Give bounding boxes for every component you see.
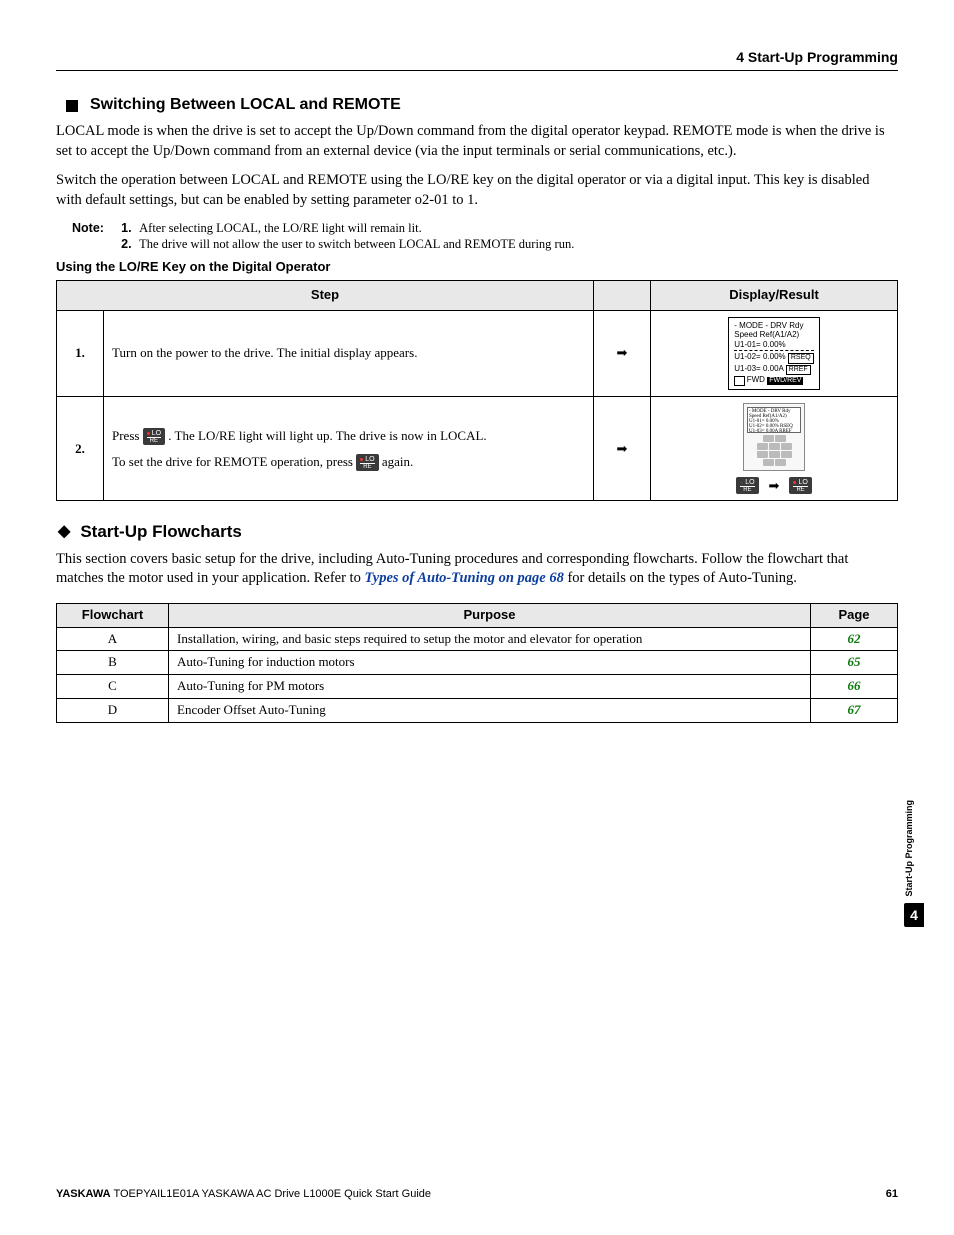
paragraph: This section covers basic setup for the … <box>56 550 898 589</box>
col-page: Page <box>811 603 898 627</box>
lcd-line: U1-03= 0.00A RREF <box>734 364 813 375</box>
section-heading-local-remote: Switching Between LOCAL and REMOTE <box>66 95 898 116</box>
page-header: 4 Start-Up Programming <box>56 48 898 71</box>
fc-purpose: Installation, wiring, and basic steps re… <box>169 627 811 651</box>
fc-page-link[interactable]: 62 <box>811 627 898 651</box>
fc-id: B <box>57 651 169 675</box>
step-text: Turn on the power to the drive. The init… <box>104 310 594 397</box>
footer-doc: YASKAWA TOEPYAIL1E01A YASKAWA AC Drive L… <box>56 1187 431 1201</box>
note-label: Note: <box>72 220 118 236</box>
fc-page-link[interactable]: 67 <box>811 699 898 723</box>
keypad-image: - MODE - DRV RdySpeed Ref(A1/A2)U1-01= 0… <box>743 403 805 471</box>
section-title: Switching Between LOCAL and REMOTE <box>90 95 401 116</box>
table-row: D Encoder Offset Auto-Tuning 67 <box>57 699 898 723</box>
lo-re-key-on-icon: LORE <box>789 477 811 494</box>
note-number: 2. <box>121 236 135 252</box>
note-text: The drive will not allow the user to swi… <box>139 236 574 252</box>
lcd-line: U1-02= 0.00% RSEQ <box>734 352 813 363</box>
fc-purpose: Encoder Offset Auto-Tuning <box>169 699 811 723</box>
section-heading-flowcharts: Start-Up Flowcharts <box>58 521 898 543</box>
fc-page-link[interactable]: 65 <box>811 651 898 675</box>
lcd-line: Speed Ref(A1/A2) <box>734 330 813 340</box>
lo-re-key-icon: LORE <box>143 428 165 445</box>
arrow-icon: ➡ <box>594 310 651 397</box>
page-footer: YASKAWA TOEPYAIL1E01A YASKAWA AC Drive L… <box>56 1187 898 1201</box>
table-row: A Installation, wiring, and basic steps … <box>57 627 898 651</box>
lcd-line: - MODE - DRV Rdy <box>734 321 813 331</box>
paragraph: LOCAL mode is when the drive is set to a… <box>56 122 898 161</box>
col-step: Step <box>57 280 594 310</box>
section-title: Start-Up Flowcharts <box>80 521 242 543</box>
fc-id: C <box>57 675 169 699</box>
table-row: B Auto-Tuning for induction motors 65 <box>57 651 898 675</box>
lo-re-key-icon: LORE <box>356 454 378 471</box>
fc-id: D <box>57 699 169 723</box>
arrow-icon: ➡ <box>594 397 651 501</box>
side-tab: Start-Up Programming 4 <box>904 800 924 927</box>
arrow-icon: ➡ <box>769 478 780 495</box>
fc-id: A <box>57 627 169 651</box>
col-display: Display/Result <box>651 280 898 310</box>
col-arrow <box>594 280 651 310</box>
link-auto-tuning-types[interactable]: Types of Auto-Tuning on page 68 <box>364 570 563 586</box>
flowchart-table: Flowchart Purpose Page A Installation, w… <box>56 603 898 723</box>
step-table: Step Display/Result 1. Turn on the power… <box>56 280 898 502</box>
col-purpose: Purpose <box>169 603 811 627</box>
lcd-display: - MODE - DRV Rdy Speed Ref(A1/A2) U1-01=… <box>728 317 819 391</box>
note-block: Note: 1. After selecting LOCAL, the LO/R… <box>72 220 898 253</box>
fc-purpose: Auto-Tuning for PM motors <box>169 675 811 699</box>
lcd-line: ■ FWD FWD/REV <box>734 375 813 386</box>
sub-heading: Using the LO/RE Key on the Digital Opera… <box>56 259 898 276</box>
paragraph: Switch the operation between LOCAL and R… <box>56 171 898 210</box>
col-flowchart: Flowchart <box>57 603 169 627</box>
display-result: - MODE - DRV RdySpeed Ref(A1/A2)U1-01= 0… <box>651 397 898 501</box>
lo-re-key-off-icon: LORE <box>736 477 758 494</box>
footer-page-number: 61 <box>886 1187 898 1201</box>
fc-page-link[interactable]: 66 <box>811 675 898 699</box>
table-row: 1. Turn on the power to the drive. The i… <box>57 310 898 397</box>
step-number: 1. <box>57 310 104 397</box>
display-result: - MODE - DRV Rdy Speed Ref(A1/A2) U1-01=… <box>651 310 898 397</box>
note-number: 1. <box>121 220 135 236</box>
table-row: 2. Press LORE . The LO/RE light will lig… <box>57 397 898 501</box>
note-text: After selecting LOCAL, the LO/RE light w… <box>139 220 422 236</box>
step-number: 2. <box>57 397 104 501</box>
side-tab-number: 4 <box>904 903 924 927</box>
lcd-line: U1-01= 0.00% <box>734 340 813 350</box>
side-tab-label: Start-Up Programming <box>904 800 916 897</box>
step-text: Press LORE . The LO/RE light will light … <box>104 397 594 501</box>
table-row: C Auto-Tuning for PM motors 66 <box>57 675 898 699</box>
fc-purpose: Auto-Tuning for induction motors <box>169 651 811 675</box>
